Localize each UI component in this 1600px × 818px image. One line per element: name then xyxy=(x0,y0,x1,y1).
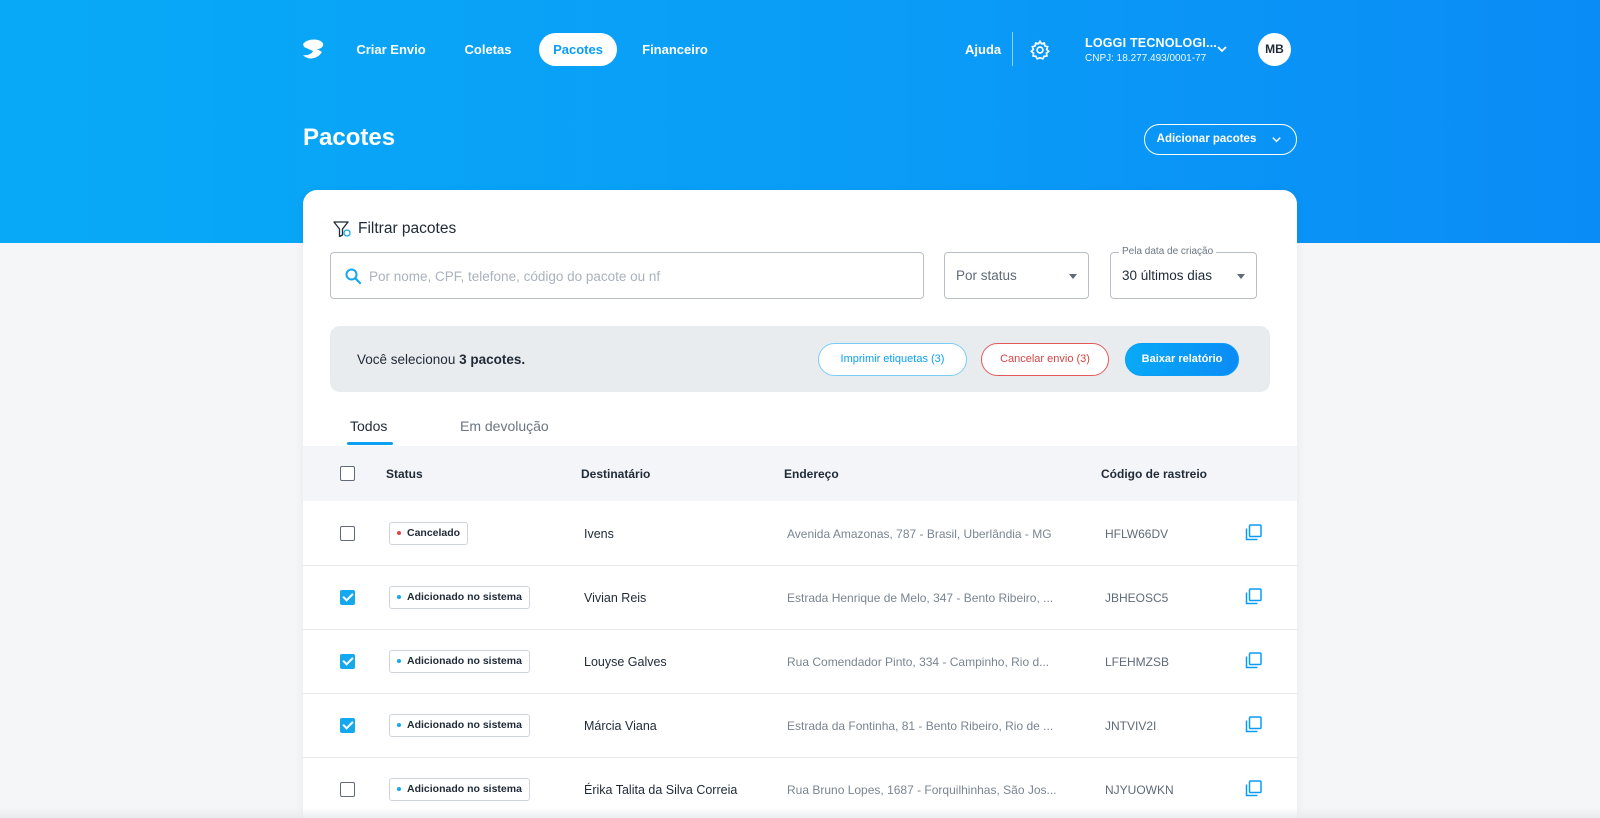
nav-criar-envio[interactable]: Criar Envio xyxy=(346,33,436,66)
table-row[interactable]: Adicionado no sistema Louyse Galves Rua Co… xyxy=(303,630,1297,694)
date-select-legend: Pela data de criação xyxy=(1119,246,1217,257)
recipient-name: Márcia Viana xyxy=(584,719,657,733)
avatar[interactable]: MB xyxy=(1258,33,1291,66)
nav-financeiro[interactable]: Financeiro xyxy=(636,33,714,66)
status-label: Cancelado xyxy=(407,527,461,539)
tracking-code: HFLW66DV xyxy=(1105,527,1169,541)
status-label: Adicionado no sistema xyxy=(407,655,522,667)
top-nav: Criar Envio Coletas Pacotes Financeiro A… xyxy=(0,30,1600,70)
status-badge: Adicionado no sistema xyxy=(389,586,530,609)
address-text: Avenida Amazonas, 787 - Brasil, Uberlând… xyxy=(787,527,1052,541)
copy-icon[interactable] xyxy=(1245,524,1262,541)
active-tab-indicator xyxy=(347,442,393,445)
selection-count: 3 pacotes. xyxy=(459,352,526,367)
status-badge: Adicionado no sistema xyxy=(389,650,530,673)
status-label: Adicionado no sistema xyxy=(407,591,522,603)
status-dot xyxy=(397,787,401,791)
loggi-logo-icon[interactable] xyxy=(300,38,326,62)
caret-down-icon xyxy=(1069,274,1077,279)
search-input[interactable] xyxy=(369,263,909,289)
company-selector[interactable]: LOGGI TECNOLOGI... CNPJ: 18.277.493/0001… xyxy=(1085,36,1217,64)
select-all-checkbox[interactable] xyxy=(340,466,355,481)
copy-icon[interactable] xyxy=(1245,588,1262,605)
add-packages-button[interactable]: Adicionar pacotes xyxy=(1144,124,1297,155)
status-dot xyxy=(397,723,401,727)
selection-text: Você selecionou 3 pacotes. xyxy=(357,352,525,367)
address-text: Estrada da Fontinha, 81 - Bento Ribeiro,… xyxy=(787,719,1054,733)
company-cnpj: CNPJ: 18.277.493/0001-77 xyxy=(1085,53,1207,64)
status-select[interactable]: Por status xyxy=(944,252,1089,299)
tab-em-devolucao[interactable]: Em devolução xyxy=(460,418,549,434)
search-icon xyxy=(345,268,362,285)
chevron-down-icon[interactable] xyxy=(1215,42,1229,56)
status-label: Adicionado no sistema xyxy=(407,783,522,795)
row-checkbox[interactable] xyxy=(340,590,355,605)
header-tracking: Código de rastreio xyxy=(1101,467,1208,481)
row-checkbox[interactable] xyxy=(340,718,355,733)
tracking-code: LFEHMZSB xyxy=(1105,655,1170,669)
help-link[interactable]: Ajuda xyxy=(965,42,1001,57)
caret-down-icon xyxy=(1237,274,1245,279)
recipient-name: Louyse Galves xyxy=(584,655,667,669)
recipient-name: Érika Talita da Silva Correia xyxy=(584,783,738,797)
add-packages-label: Adicionar pacotes xyxy=(1156,133,1257,145)
recipient-name: Vivian Reis xyxy=(584,591,647,605)
table-row[interactable]: Adicionado no sistema Márcia Viana Estrada… xyxy=(303,694,1297,758)
print-labels-button[interactable]: Imprimir etiquetas (3) xyxy=(818,343,967,376)
tab-todos[interactable]: Todos xyxy=(350,418,387,434)
selection-prefix: Você selecionou xyxy=(357,352,460,367)
tracking-code: NJYUOWKN xyxy=(1105,783,1174,797)
status-label: Adicionado no sistema xyxy=(407,719,522,731)
gear-icon[interactable] xyxy=(1029,39,1051,61)
download-report-button[interactable]: Baixar relatório xyxy=(1125,343,1239,376)
date-select-value: 30 últimos dias xyxy=(1122,268,1213,283)
nav-pacotes[interactable]: Pacotes xyxy=(539,33,617,66)
status-badge: Cancelado xyxy=(389,522,469,545)
copy-icon[interactable] xyxy=(1245,652,1262,669)
nav-divider xyxy=(1012,32,1013,66)
company-name: LOGGI TECNOLOGI... xyxy=(1085,36,1218,50)
cancel-shipment-button[interactable]: Cancelar envio (3) xyxy=(981,343,1109,376)
copy-icon[interactable] xyxy=(1245,780,1262,797)
row-checkbox[interactable] xyxy=(340,526,355,541)
status-dot xyxy=(397,595,401,599)
table-header: Status Destinatário Endereço Código de r… xyxy=(303,446,1297,501)
header-recipient: Destinatário xyxy=(581,467,651,481)
recipient-name: Ivens xyxy=(584,527,614,541)
packages-card: Filtrar pacotes Por status Pela data de … xyxy=(303,190,1297,818)
address-text: Estrada Henrique de Melo, 347 - Bento Ri… xyxy=(787,591,1054,605)
header-status: Status xyxy=(386,467,423,481)
table-row[interactable]: Adicionado no sistema Vivian Reis Estrada … xyxy=(303,566,1297,630)
page-title: Pacotes xyxy=(303,124,396,151)
filter-icon xyxy=(333,221,351,238)
copy-icon[interactable] xyxy=(1245,716,1262,733)
status-badge: Adicionado no sistema xyxy=(389,778,530,801)
address-text: Rua Comendador Pinto, 334 - Campinho, Ri… xyxy=(787,655,1050,669)
filter-title: Filtrar pacotes xyxy=(358,220,457,237)
tracking-code: JNTVIV2I xyxy=(1105,719,1157,733)
bottom-shadow xyxy=(0,808,1600,818)
search-field[interactable] xyxy=(330,252,924,299)
header-address: Endereço xyxy=(784,467,839,481)
status-dot xyxy=(397,531,401,535)
nav-coletas[interactable]: Coletas xyxy=(456,33,520,66)
selection-bar: Você selecionou 3 pacotes. Imprimir etiq… xyxy=(330,326,1270,392)
row-checkbox[interactable] xyxy=(340,654,355,669)
tracking-code: JBHEOSC5 xyxy=(1105,591,1169,605)
status-badge: Adicionado no sistema xyxy=(389,714,530,737)
address-text: Rua Bruno Lopes, 1687 - Forquilhinhas, S… xyxy=(787,783,1057,797)
table-row[interactable]: Cancelado Ivens Avenida Amazonas, 787 - Br… xyxy=(303,502,1297,566)
status-select-value: Por status xyxy=(956,268,1017,283)
date-select[interactable]: Pela data de criação 30 últimos dias xyxy=(1110,246,1257,299)
status-dot xyxy=(397,659,401,663)
chevron-down-icon xyxy=(1272,137,1281,143)
row-checkbox[interactable] xyxy=(340,782,355,797)
